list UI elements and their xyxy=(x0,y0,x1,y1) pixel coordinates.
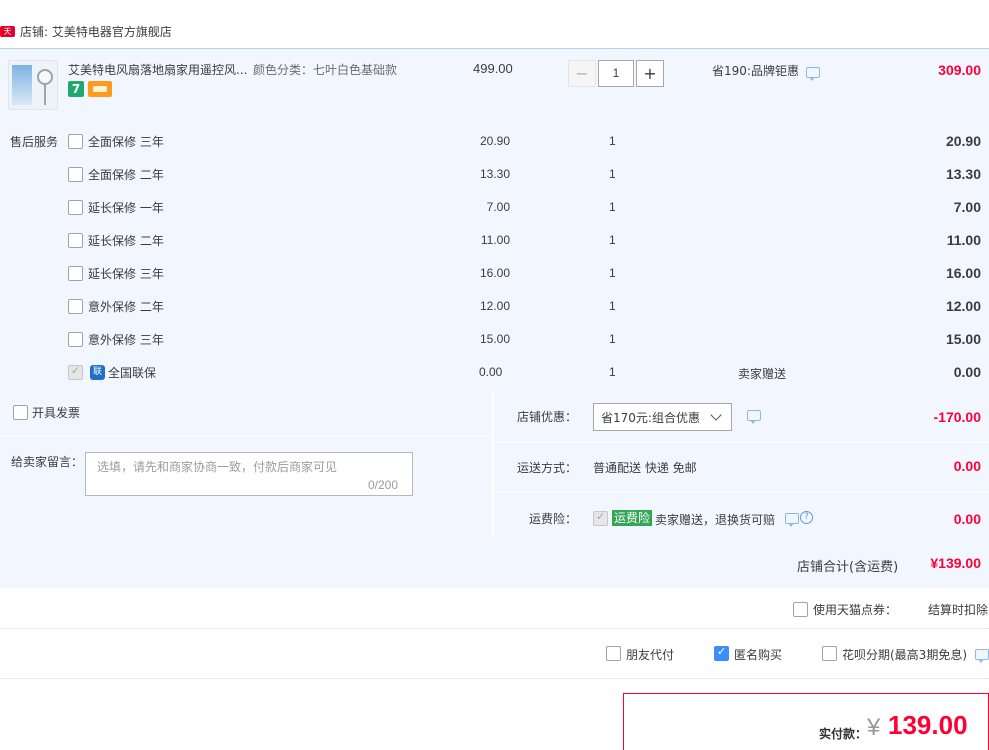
promo-info-icon[interactable] xyxy=(806,67,820,81)
insurance-desc: 卖家赠送，退换货可赔 xyxy=(655,513,776,527)
shipping-amount: 0.00 xyxy=(953,458,981,474)
product-subtotal: 309.00 xyxy=(938,62,981,78)
product-title-link[interactable]: 艾美特电风扇落地扇家用遥控风... xyxy=(68,61,247,78)
service-subtotal: 15.00 xyxy=(945,331,981,347)
lianbao-name: 全国联保 xyxy=(108,366,157,380)
discount-selected-value: 省170元:组合优惠 xyxy=(601,411,700,425)
lianbao-subtotal: 0.00 xyxy=(953,364,981,380)
qty-decrease-button[interactable]: − xyxy=(568,60,596,87)
divider xyxy=(0,628,989,629)
service-qty: 1 xyxy=(609,167,616,181)
discount-amount: -170.00 xyxy=(933,409,981,425)
divider xyxy=(492,390,494,538)
service-price: 12.00 xyxy=(479,299,510,313)
shop-total-value: ¥139.00 xyxy=(930,555,981,571)
service-checkbox[interactable] xyxy=(68,200,83,215)
insurance-info-icon[interactable] xyxy=(785,513,799,527)
service-subtotal: 11.00 xyxy=(946,232,981,248)
service-name: 意外保修 二年 xyxy=(88,300,164,314)
qty-input[interactable]: 1 xyxy=(598,60,634,87)
service-name: 延长保修 三年 xyxy=(88,267,164,281)
huabei-label: 花呗分期(最高3期免息) xyxy=(842,648,967,662)
service-checkbox[interactable] xyxy=(68,299,83,314)
message-label: 给卖家留言： xyxy=(11,455,84,469)
insurance-tag: 运费险 xyxy=(612,510,653,526)
service-subtotal: 13.30 xyxy=(945,166,981,182)
service-qty: 1 xyxy=(609,134,616,148)
qty-increase-button[interactable]: + xyxy=(636,60,664,87)
shop-header: 天猫 店铺: 艾美特电器官方旗舰店 xyxy=(0,19,172,47)
tmall-icon: 天猫 xyxy=(0,25,15,47)
service-checkbox[interactable] xyxy=(68,266,83,281)
lianbao-price: 0.00 xyxy=(479,365,503,379)
insurance-label: 运费险： xyxy=(529,512,578,526)
invoice-label: 开具发票 xyxy=(32,406,81,420)
huabei-info-icon[interactable] xyxy=(975,649,989,663)
service-qty: 1 xyxy=(609,266,616,280)
currency-symbol: ¥ xyxy=(867,714,881,741)
shop-total-label: 店铺合计(含运费) xyxy=(797,560,899,575)
after-sale-service-label: 售后服务 xyxy=(10,135,59,149)
service-qty: 1 xyxy=(609,332,616,346)
service-name: 全面保修 三年 xyxy=(88,135,164,149)
points-label: 使用天猫点券： xyxy=(813,603,898,617)
insurance-checkbox xyxy=(593,510,608,526)
service-name: 延长保修 二年 xyxy=(88,234,164,248)
message-char-count: 0/200 xyxy=(368,478,399,492)
service-price: 13.30 xyxy=(479,167,510,181)
payment-amount: 139.00 xyxy=(888,710,968,740)
service-price: 16.00 xyxy=(479,266,510,280)
message-placeholder: 选填，请先和商家协商一致，付款后商家可见 xyxy=(97,460,338,474)
service-qty: 1 xyxy=(609,233,616,247)
anonymous-label: 匿名购买 xyxy=(734,648,783,662)
seven-day-return-icon: 7 xyxy=(68,81,84,97)
insurance-amount: 0.00 xyxy=(953,511,981,527)
product-price: 499.00 xyxy=(473,61,513,76)
service-price: 15.00 xyxy=(479,332,510,346)
discount-label: 店铺优惠： xyxy=(517,410,578,424)
service-name: 全面保修 二年 xyxy=(88,168,164,182)
lianbao-checkbox xyxy=(68,364,83,380)
shipping-label: 运送方式： xyxy=(517,461,578,475)
service-subtotal: 16.00 xyxy=(945,265,981,281)
lianbao-qty: 1 xyxy=(609,365,616,379)
service-price: 20.90 xyxy=(479,134,510,148)
service-name: 延长保修 一年 xyxy=(88,201,164,215)
product-promo: 省190:品牌钜惠 xyxy=(712,64,799,78)
service-name: 意外保修 三年 xyxy=(88,333,164,347)
service-qty: 1 xyxy=(609,200,616,214)
lianbao-note: 卖家赠送 xyxy=(738,367,787,381)
divider xyxy=(0,436,492,437)
service-price: 11.00 xyxy=(480,233,510,247)
huabei-checkbox[interactable] xyxy=(822,646,837,661)
service-price: 7.00 xyxy=(486,200,510,214)
friend-pay-checkbox[interactable] xyxy=(606,646,621,661)
service-checkbox[interactable] xyxy=(68,134,83,149)
invoice-checkbox[interactable] xyxy=(13,405,28,420)
divider xyxy=(494,492,989,493)
discount-info-icon[interactable] xyxy=(747,410,761,424)
lianbao-icon: 联 xyxy=(90,365,105,380)
service-subtotal: 7.00 xyxy=(953,199,981,215)
product-thumbnail[interactable] xyxy=(8,60,58,110)
points-checkbox[interactable] xyxy=(793,602,808,617)
divider xyxy=(0,678,989,679)
divider xyxy=(494,442,989,443)
service-checkbox[interactable] xyxy=(68,233,83,248)
help-icon[interactable]: ? xyxy=(800,511,813,524)
shop-name-link[interactable]: 店铺: 艾美特电器官方旗舰店 xyxy=(20,23,172,40)
service-subtotal: 12.00 xyxy=(945,298,981,314)
credit-card-icon xyxy=(88,81,112,97)
product-attribute: 颜色分类：七叶白色基础款 xyxy=(253,63,398,77)
service-subtotal: 20.90 xyxy=(945,133,981,149)
anonymous-checkbox[interactable] xyxy=(714,645,729,661)
shipping-value: 普通配送 快递 免邮 xyxy=(593,461,697,475)
points-note: 结算时扣除 xyxy=(928,603,989,617)
service-checkbox[interactable] xyxy=(68,167,83,182)
payment-label: 实付款： xyxy=(819,727,868,741)
friend-pay-label: 朋友代付 xyxy=(626,648,675,662)
service-qty: 1 xyxy=(609,299,616,313)
service-checkbox[interactable] xyxy=(68,332,83,347)
